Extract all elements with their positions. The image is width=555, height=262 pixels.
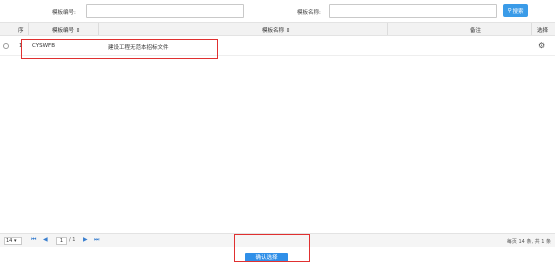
page-number-input[interactable]: 1: [56, 237, 67, 245]
col-template-code[interactable]: 模板编号 ⇕: [52, 26, 80, 34]
template-code-label: 模板编号:: [52, 10, 76, 16]
prev-page-icon[interactable]: ◀: [43, 236, 48, 243]
highlight-box-confirm: [234, 234, 310, 262]
col-remark: 备注: [470, 28, 482, 34]
pagination-summary: 每页 14 条, 共 1 条: [506, 239, 551, 245]
next-page-icon[interactable]: ▶: [83, 236, 88, 243]
total-pages: / 1: [69, 237, 76, 243]
table-header: 序 模板编号 ⇕ 模板名称 ⇕ 备注 选择: [0, 22, 555, 36]
col-index: 序: [18, 28, 24, 34]
gear-icon[interactable]: ⚙: [538, 41, 545, 50]
row-radio[interactable]: [3, 43, 9, 49]
col-template-name[interactable]: 模板名称 ⇕: [262, 26, 290, 34]
search-icon: ⚲: [507, 7, 512, 14]
template-code-input[interactable]: [86, 4, 244, 18]
column-divider: [28, 23, 29, 35]
search-button-label: 搜索: [512, 8, 524, 15]
page-size-select[interactable]: 14 ▾: [4, 237, 22, 245]
template-name-label: 模板名称:: [297, 10, 321, 16]
search-button[interactable]: ⚲ 搜索: [503, 4, 528, 17]
last-page-icon[interactable]: ⏭: [94, 236, 99, 244]
col-select: 选择: [537, 28, 549, 34]
column-divider: [98, 23, 99, 35]
column-divider: [387, 23, 388, 35]
first-page-icon[interactable]: ⏮: [31, 236, 36, 244]
column-divider: [531, 23, 532, 35]
template-name-input[interactable]: [329, 4, 497, 18]
search-bar: 模板编号: 模板名称: ⚲ 搜索: [0, 0, 555, 22]
highlight-box-row: [21, 39, 218, 59]
